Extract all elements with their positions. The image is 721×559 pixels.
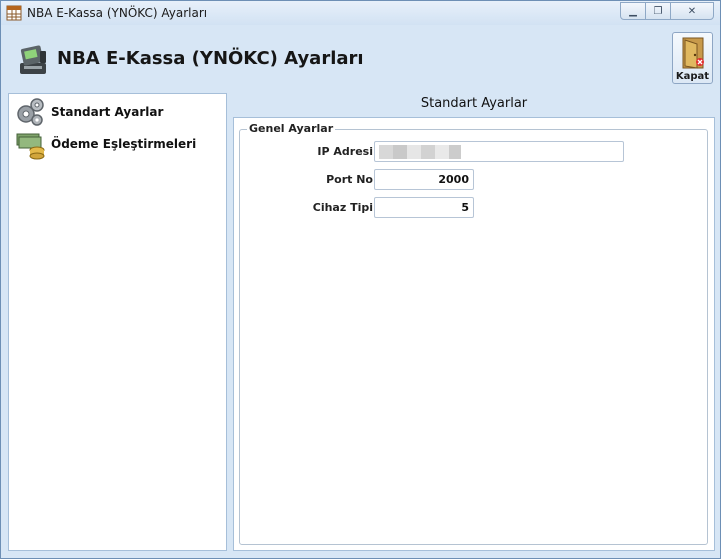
close-window-button[interactable]: ✕ <box>670 2 714 20</box>
header: NBA E-Kassa (YNÖKC) Ayarları Kapat <box>1 25 720 89</box>
minimize-icon: ▁ <box>629 5 637 17</box>
exit-door-icon <box>682 37 704 69</box>
sidebar-item-label: Standart Ayarlar <box>51 105 164 119</box>
redacted-block <box>421 144 435 159</box>
port-label: Port No <box>326 173 373 186</box>
gears-icon <box>17 98 44 126</box>
redacted-block <box>393 144 407 159</box>
sidebar: Standart Ayarlar Ödeme Eşleştirmeleri <box>8 93 227 551</box>
group-label: Genel Ayarlar <box>247 122 336 135</box>
restore-icon: ❐ <box>653 5 663 17</box>
sidebar-item-odeme-eslestirmeleri[interactable]: Ödeme Eşleştirmeleri <box>13 128 223 160</box>
kapat-button[interactable]: Kapat <box>672 32 713 84</box>
ip-label: IP Adresi <box>317 145 373 158</box>
content-panel: Genel Ayarlar IP Adresi Port No 2000 Cih… <box>233 117 715 551</box>
port-value: 2000 <box>438 173 469 186</box>
close-icon: ✕ <box>687 5 697 17</box>
device-type-label: Cihaz Tipi <box>312 201 373 214</box>
ip-address-input[interactable] <box>374 141 624 162</box>
page-title: NBA E-Kassa (YNÖKC) Ayarları <box>57 48 364 69</box>
kapat-label: Kapat <box>675 71 710 82</box>
device-type-input[interactable]: 5 <box>374 197 474 218</box>
app-grid-icon <box>6 5 22 21</box>
device-type-value: 5 <box>461 201 469 214</box>
window-controls: ▁ ❐ ✕ <box>620 2 714 20</box>
window-title: NBA E-Kassa (YNÖKC) Ayarları <box>27 6 208 20</box>
redacted-block <box>379 144 393 159</box>
general-settings-group: Genel Ayarlar IP Adresi Port No 2000 Cih… <box>239 122 708 545</box>
sidebar-item-label: Ödeme Eşleştirmeleri <box>51 137 197 151</box>
redacted-block <box>435 144 449 159</box>
content-title: Standart Ayarlar <box>420 96 528 111</box>
port-input[interactable]: 2000 <box>374 169 474 190</box>
settings-window: NBA E-Kassa (YNÖKC) Ayarları ▁ ❐ ✕ NBA E… <box>0 0 721 559</box>
title-bar[interactable]: NBA E-Kassa (YNÖKC) Ayarları ▁ ❐ ✕ <box>1 1 720 25</box>
cash-register-icon <box>20 45 46 74</box>
redacted-block <box>407 144 421 159</box>
restore-button[interactable]: ❐ <box>645 2 671 20</box>
redacted-block <box>449 144 461 159</box>
money-coins-icon <box>16 133 45 160</box>
minimize-button[interactable]: ▁ <box>620 2 646 20</box>
sidebar-item-standart-ayarlar[interactable]: Standart Ayarlar <box>13 96 223 128</box>
